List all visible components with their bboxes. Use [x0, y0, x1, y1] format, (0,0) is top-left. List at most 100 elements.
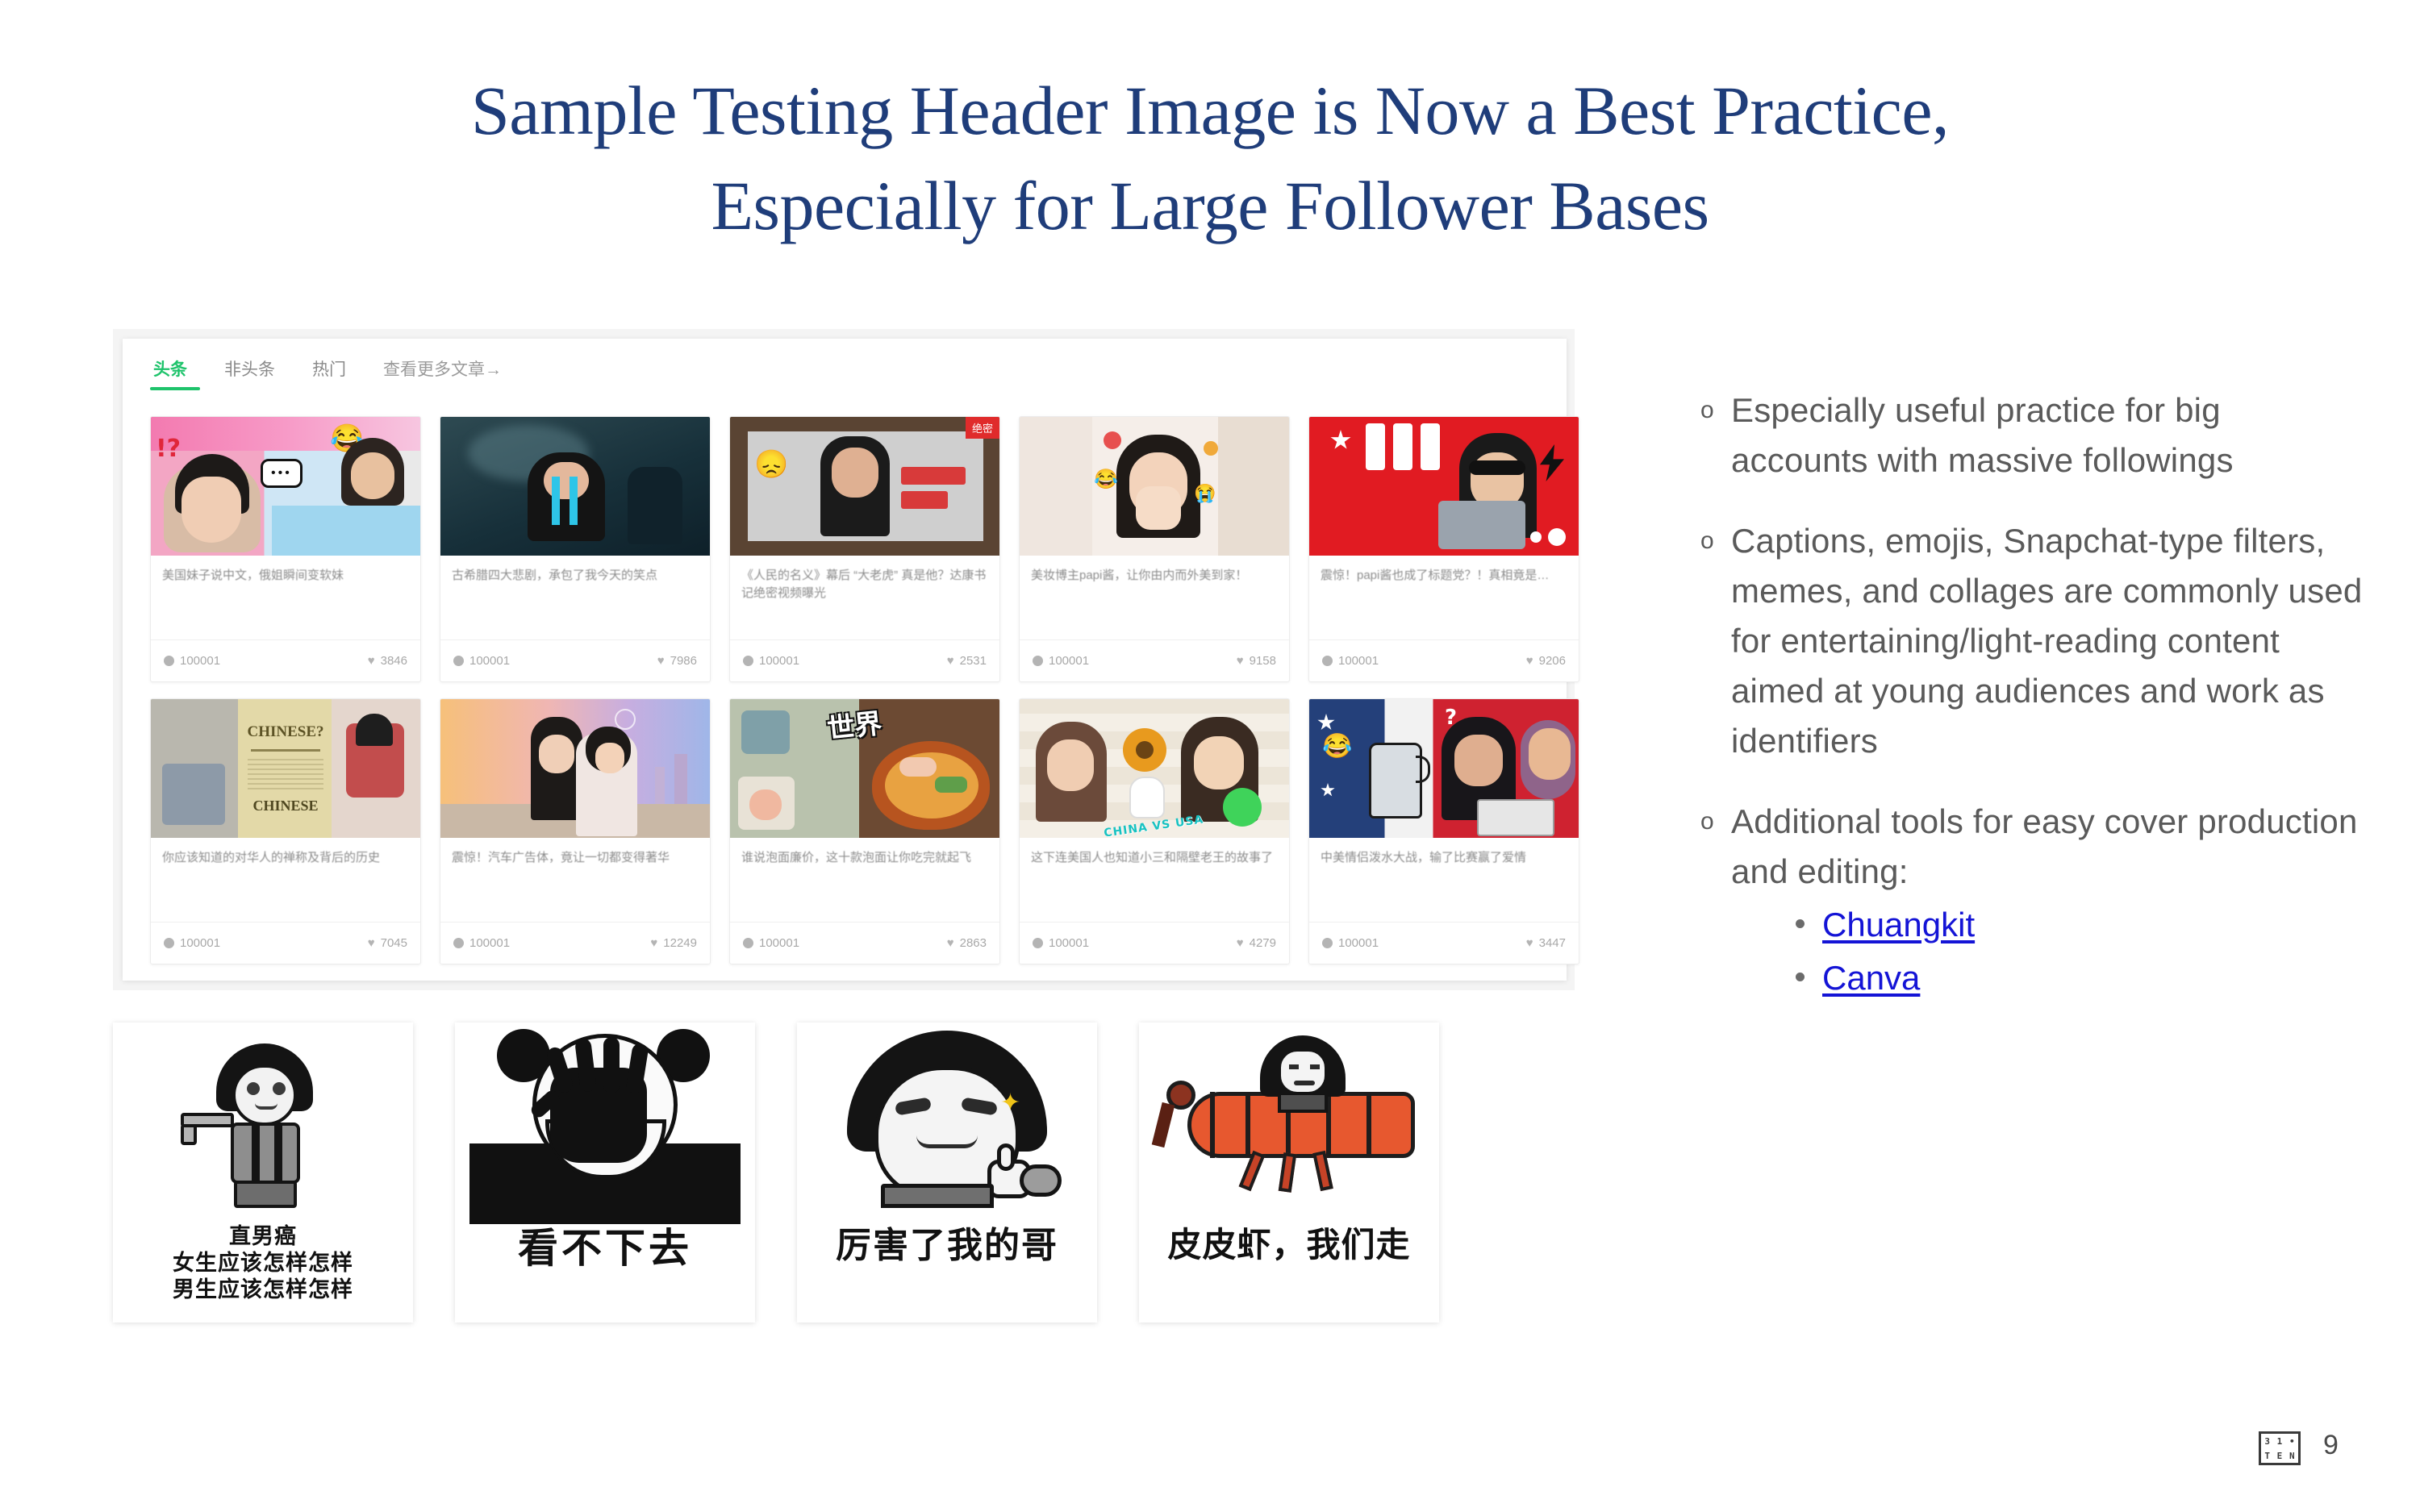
- feed-tabs: 头条 非头条 热门 查看更多文章→: [150, 356, 502, 390]
- meme-artwork-panda-facepalm: [455, 1023, 755, 1224]
- eye-icon: [1033, 938, 1043, 948]
- likes-stat: ♥ 3846: [368, 654, 407, 668]
- article-thumbnail: [440, 699, 710, 838]
- eye-icon: [743, 938, 753, 948]
- list-item: Canva: [1796, 953, 2364, 1003]
- article-thumbnail: 😞 绝密: [730, 417, 999, 556]
- article-title: 这下连美国人也知道小三和隔壁老王的故事了: [1031, 851, 1274, 864]
- views-count: 100001: [1338, 654, 1379, 668]
- bullet-text: Especially useful practice for big accou…: [1731, 391, 2234, 479]
- article-title: 美妆博主papi酱，让你由内而外美到家！: [1031, 569, 1248, 582]
- likes-stat: ♥ 3447: [1526, 936, 1566, 950]
- article-title: 谁说泡面廉价，这十款泡面让你吃完就起飞: [741, 851, 972, 864]
- meme-artwork-thumbs-up: ✦: [797, 1023, 1097, 1224]
- tab-remen[interactable]: 热门: [312, 356, 346, 390]
- tab-toutiao[interactable]: 头条: [150, 356, 200, 390]
- likes-count: 9206: [1538, 654, 1566, 668]
- views-count: 100001: [1049, 654, 1090, 668]
- views-count: 100001: [759, 936, 800, 950]
- article-stats: 100001 ♥ 3447: [1309, 922, 1579, 964]
- bullet-dot-icon: [1796, 973, 1805, 981]
- views-count: 100001: [180, 654, 221, 668]
- views-stat: 100001: [453, 654, 510, 668]
- heart-icon: ♥: [1236, 654, 1244, 668]
- article-card[interactable]: 😂 ? 中美情侣泼水大战，输了比赛赢了爱情 100001 ♥ 3447: [1308, 698, 1579, 964]
- likes-count: 3447: [1538, 936, 1566, 950]
- emoji-cry: 😭: [1194, 483, 1216, 503]
- emoji-laugh-cry: 😂: [1322, 733, 1353, 760]
- screenshot-panel: 头条 非头条 热门 查看更多文章→ !? ••• 😂 美国妹子说中文，俄姐瞬间变…: [113, 329, 1579, 990]
- likes-stat: ♥ 2531: [947, 654, 987, 668]
- views-count: 100001: [469, 654, 511, 668]
- article-card[interactable]: 😞 绝密 《人民的名义》幕后 “大老虎” 真是他？达康书记绝密视频曝光 1000…: [729, 416, 1000, 682]
- bullet-text: Additional tools for easy cover producti…: [1731, 802, 2358, 890]
- article-stats: 100001 ♥ 4279: [1020, 922, 1289, 964]
- tab-fei-toutiao[interactable]: 非头条: [224, 356, 275, 390]
- meme-card: ✦ 厉害了我的哥: [797, 1023, 1097, 1322]
- heart-icon: ♥: [367, 654, 375, 668]
- article-title: 古希腊四大悲剧，承包了我今天的笑点: [452, 569, 658, 582]
- meme-caption: 直男癌 女生应该怎样怎样 男生应该怎样怎样: [173, 1224, 353, 1302]
- bullet-item: o Especially useful practice for big acc…: [1694, 385, 2364, 485]
- article-card[interactable]: 古希腊四大悲剧，承包了我今天的笑点 100001 ♥ 7986: [440, 416, 711, 682]
- views-count: 100001: [180, 936, 221, 950]
- bullet-marker: o: [1700, 808, 1714, 835]
- likes-stat: ♥ 7986: [657, 654, 697, 668]
- eye-icon: [453, 656, 464, 666]
- brand-logo: 3 1 • T E N: [2259, 1431, 2301, 1465]
- heart-icon: ♥: [946, 936, 954, 950]
- article-card[interactable]: 😂 😭 美妆博主papi酱，让你由内而外美到家！ 100001 ♥ 9158: [1019, 416, 1290, 682]
- logo-char-3: 3: [2264, 1435, 2270, 1447]
- slide-canvas: Sample Testing Header Image is Now a Bes…: [0, 0, 2420, 1512]
- article-title: 震惊！汽车广告体，竟让一切都变得著华: [452, 851, 670, 864]
- eye-icon: [1033, 656, 1043, 666]
- article-stats: 100001 ♥ 9158: [1020, 639, 1289, 681]
- meme-card: 皮皮虾，我们走: [1139, 1023, 1439, 1322]
- article-card[interactable]: 震惊！汽车广告体，竟让一切都变得著华 100001 ♥ 12249: [440, 698, 711, 964]
- views-stat: 100001: [164, 654, 220, 668]
- article-card[interactable]: CHINA VS USA 这下连美国人也知道小三和隔壁老王的故事了 100001…: [1019, 698, 1290, 964]
- article-title: 震惊！papi酱也成了标题党？！真相竟是…: [1321, 569, 1550, 582]
- article-thumbnail: CHINA VS USA: [1020, 699, 1289, 838]
- article-title: 你应该知道的对华人的禅称及背后的历史: [162, 851, 381, 864]
- eye-icon: [743, 656, 753, 666]
- likes-stat: ♥ 9206: [1526, 654, 1566, 668]
- eye-icon: [1322, 656, 1333, 666]
- sticker-text-cn: 世界: [825, 707, 884, 746]
- meme-artwork-gunner: [113, 1023, 413, 1224]
- eye-icon: [453, 938, 464, 948]
- views-count: 100001: [1049, 936, 1090, 950]
- link-canva[interactable]: Canva: [1822, 953, 1920, 1003]
- article-thumbnail: [440, 417, 710, 556]
- list-item: Chuangkit: [1796, 900, 2364, 950]
- article-card[interactable]: 世界 谁说泡面廉价，这十款泡面让你吃完就起飞 100001 ♥ 2863: [729, 698, 1000, 964]
- title-line-2: Especially for Large Follower Bases: [711, 167, 1709, 244]
- meme-artwork-mantis-shrimp: [1139, 1023, 1439, 1224]
- views-stat: 100001: [1322, 936, 1379, 950]
- article-stats: 100001 ♥ 7986: [440, 639, 710, 681]
- likes-count: 7986: [670, 654, 697, 668]
- article-thumbnail: 😂 ?: [1309, 699, 1579, 838]
- meme-caption: 厉害了我的哥: [836, 1225, 1058, 1266]
- logo-char-e: E: [2276, 1450, 2283, 1461]
- likes-count: 2531: [959, 654, 987, 668]
- bullet-dot-icon: [1796, 919, 1805, 928]
- heart-icon: ♥: [1236, 936, 1244, 950]
- emoji-joy: 😂: [1094, 469, 1118, 490]
- views-stat: 100001: [743, 936, 799, 950]
- likes-stat: ♥ 12249: [650, 936, 697, 950]
- meme-card: 看不下去: [455, 1023, 755, 1322]
- bullet-item: o Additional tools for easy cover produc…: [1694, 797, 2364, 897]
- article-card[interactable]: 震惊！papi酱也成了标题党？！真相竟是… 100001 ♥ 9206: [1308, 416, 1579, 682]
- article-card[interactable]: !? ••• 😂 美国妹子说中文，俄姐瞬间变软妹 100001 ♥ 3846: [150, 416, 421, 682]
- heart-icon: ♥: [1525, 654, 1533, 668]
- eye-icon: [1322, 938, 1333, 948]
- views-count: 100001: [469, 936, 511, 950]
- article-stats: 100001 ♥ 2531: [730, 639, 999, 681]
- heart-icon: ♥: [946, 654, 954, 668]
- link-chuangkit[interactable]: Chuangkit: [1822, 900, 1975, 950]
- article-card[interactable]: CHINESE? CHINESE 你应该知道的对华人的禅称及背后的历史 1000…: [150, 698, 421, 964]
- tab-view-more-articles[interactable]: 查看更多文章→: [383, 356, 502, 390]
- eye-icon: [164, 938, 174, 948]
- bullet-marker: o: [1700, 527, 1714, 554]
